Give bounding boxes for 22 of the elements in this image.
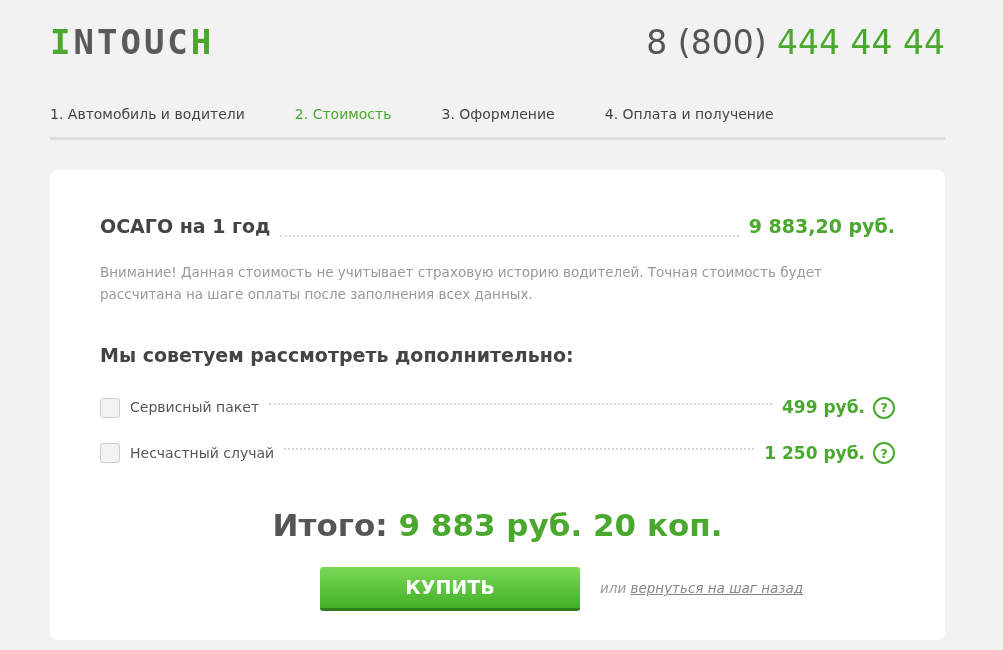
option-label: Сервисный пакет bbox=[130, 398, 260, 418]
step-tab[interactable]: 4. Оплата и получение bbox=[604, 104, 774, 125]
checkbox[interactable] bbox=[100, 397, 120, 418]
back-text: или вернуться на шаг назад bbox=[600, 579, 804, 599]
step-tab[interactable]: 2. Стоимость bbox=[294, 104, 392, 125]
policy-title: ОСАГО на 1 год bbox=[100, 214, 271, 239]
total-amount: Итого: 9 883 руб. 20 коп. bbox=[271, 506, 724, 545]
step-tab[interactable]: 1. Автомобиль и водители bbox=[50, 104, 245, 125]
policy-price: 9 883,20 руб. bbox=[748, 214, 895, 239]
section-heading: Мы советуем рассмотреть дополнительно: bbox=[100, 342, 575, 368]
help-icon[interactable]: ? bbox=[873, 396, 895, 419]
help-icon[interactable]: ? bbox=[873, 442, 895, 465]
notice-text: Внимание! Данная стоимость не учитывает страховую историю водителей. Точная стоимость будет рассчитана на шаге оплаты после заполнения всех данных. bbox=[100, 262, 823, 304]
buy-button[interactable]: КУПИТЬ bbox=[320, 566, 580, 611]
checkbox[interactable] bbox=[100, 443, 120, 464]
logo[interactable]: I NTOUC H bbox=[50, 25, 215, 59]
back-link[interactable]: вернуться на шаг назад bbox=[630, 580, 804, 597]
option-label: Несчастный случай bbox=[130, 443, 275, 463]
option-price: 1 250 руб. bbox=[764, 441, 865, 465]
step-tab[interactable]: 3. Оформление bbox=[441, 104, 555, 125]
phone-number: 8 (800) 444 44 44 bbox=[646, 25, 945, 59]
option-price: 499 руб. bbox=[782, 396, 865, 419]
